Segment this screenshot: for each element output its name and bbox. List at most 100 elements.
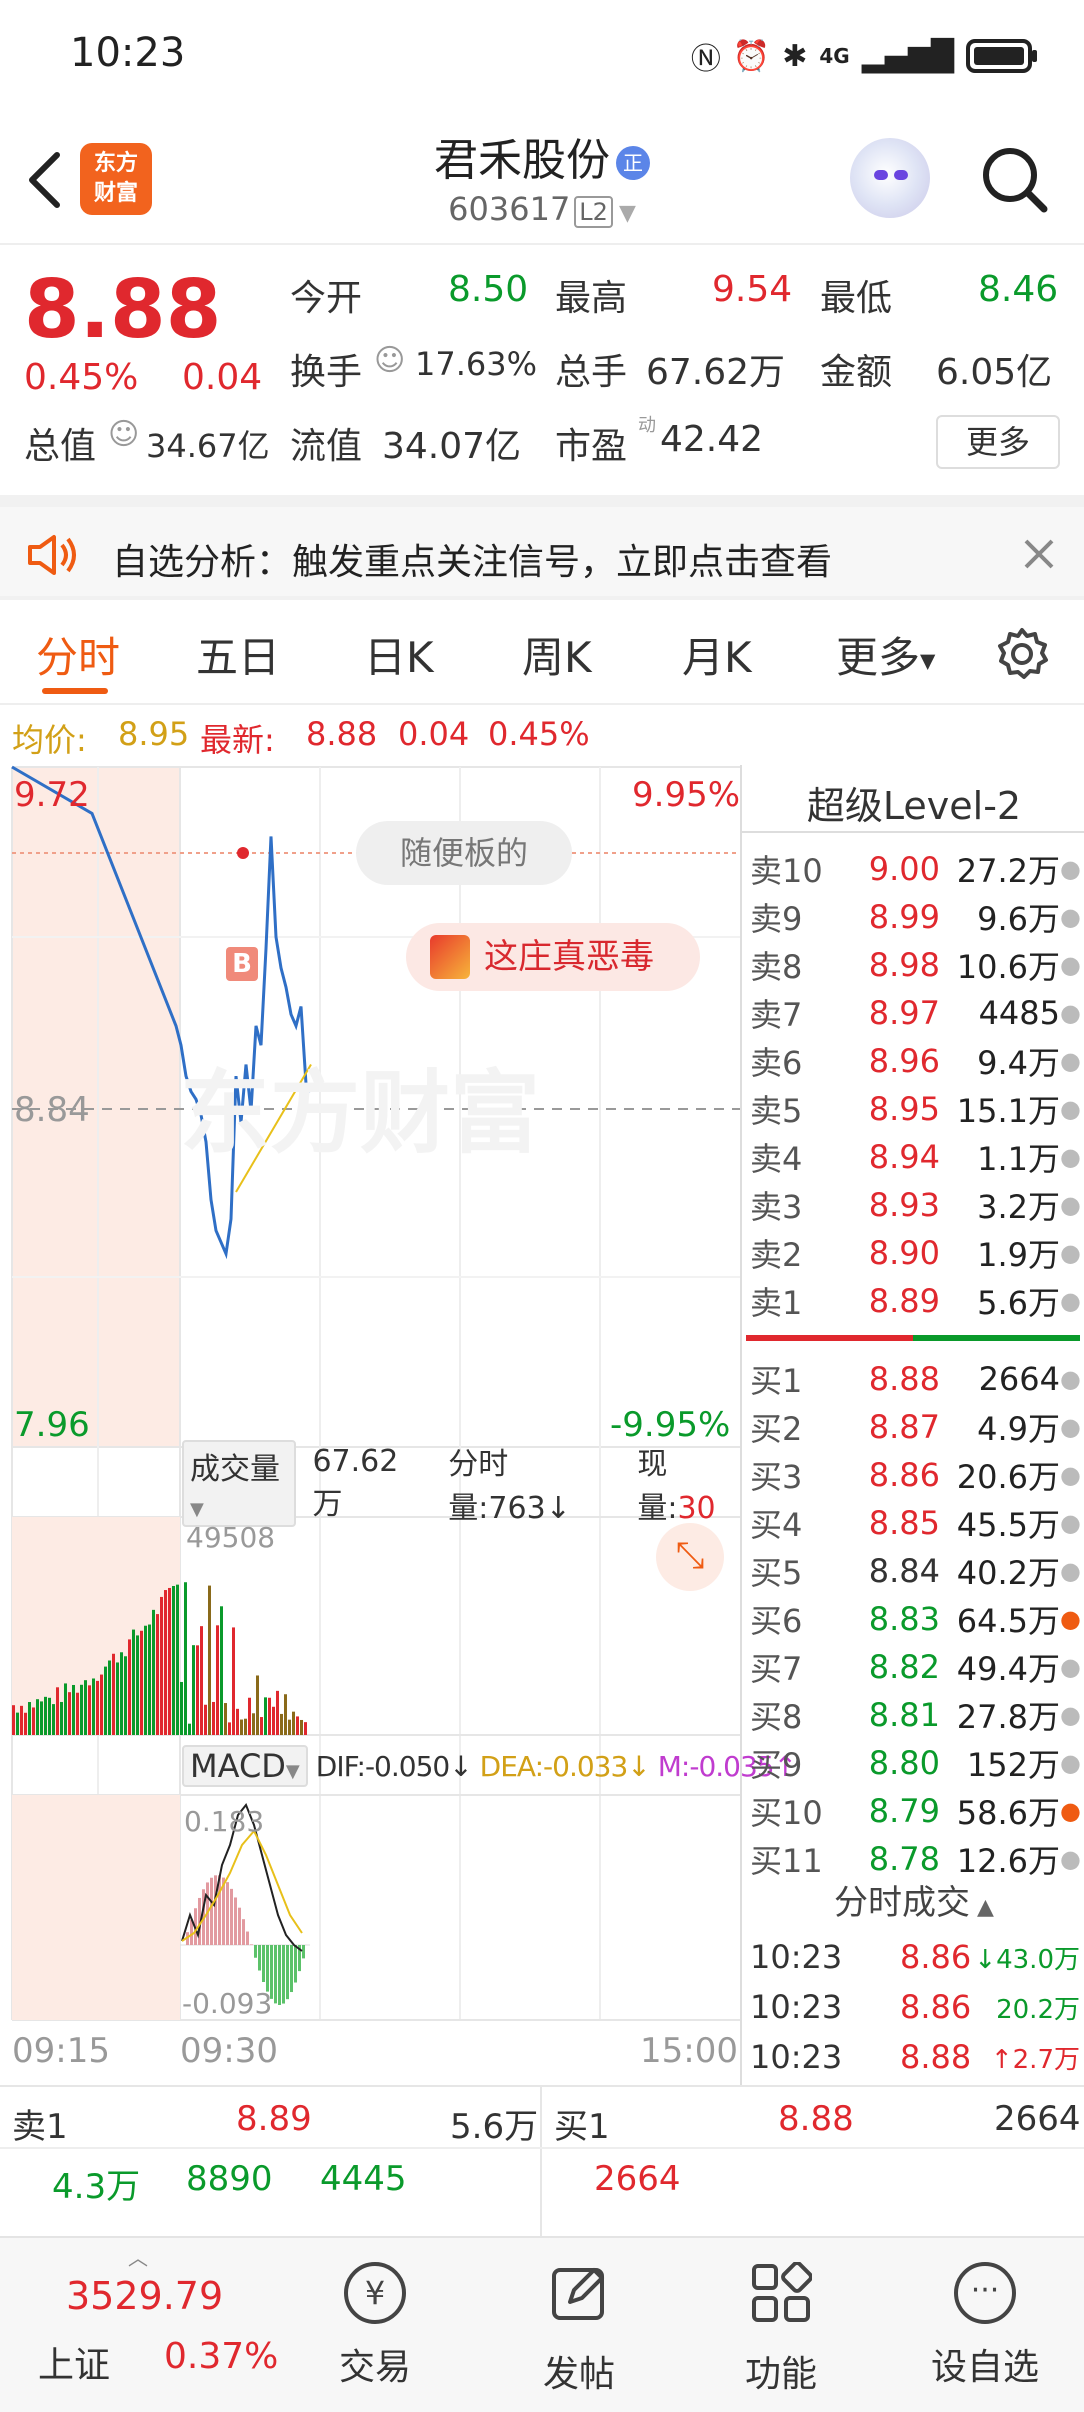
sell-row[interactable]: 卖5 8.95 15.1万 ●: [750, 1085, 1081, 1133]
row-volume: 4485: [978, 994, 1060, 1032]
nav-post[interactable]: 发帖: [504, 2238, 654, 2397]
sell-row[interactable]: 卖7 8.97 4485 ●: [750, 989, 1081, 1037]
volume-bar: [160, 1596, 163, 1735]
mcap-info-icon[interactable]: ☺: [108, 417, 139, 452]
row-label: 买6: [750, 1602, 803, 1640]
buy-row[interactable]: 买10 8.79 58.6万 ●: [750, 1787, 1081, 1835]
row-volume: 49.4万: [956, 1650, 1060, 1688]
comment-bubble-2[interactable]: 这庄真恶毒: [406, 923, 700, 991]
buy-row[interactable]: 买1 8.88 2664 ●: [750, 1355, 1081, 1403]
dot-icon: ●: [1060, 903, 1081, 931]
volume-bar: [120, 1652, 123, 1735]
index-widget[interactable]: ︿ 3529.79 上证 0.37%: [30, 2238, 290, 2412]
macd-bar: [258, 1945, 261, 1971]
volume-bar: [228, 1722, 231, 1735]
buy-row[interactable]: 买5 8.84 40.2万 ●: [750, 1547, 1081, 1595]
robot-assistant-icon[interactable]: [850, 138, 930, 218]
bq-sell-vol: 5.6万: [450, 2107, 539, 2147]
firecracker-icon: [430, 935, 470, 979]
volume-bar: [136, 1635, 139, 1735]
row-volume: 27.2万: [956, 852, 1060, 890]
intraday-chart-area[interactable]: 9.72 9.95% 8.84 7.96 -9.95% 东方财富 随便板的 这庄…: [0, 765, 797, 2085]
sell-row[interactable]: 卖10 9.00 27.2万 ●: [750, 845, 1081, 893]
volume-selector[interactable]: 成交量▼: [182, 1439, 297, 1527]
dropdown-triangle-icon: ▼: [920, 648, 936, 673]
buy-row[interactable]: 买8 8.81 27.8万 ●: [750, 1691, 1081, 1739]
search-icon[interactable]: [980, 145, 1050, 215]
buy-row[interactable]: 买7 8.82 49.4万 ●: [750, 1643, 1081, 1691]
volume-bar: [188, 1723, 191, 1735]
tab-daily-k[interactable]: 日K: [364, 624, 434, 685]
trade-row: 10:23 8.86 ↓43.0万: [750, 1933, 1080, 1981]
bq-buy-price: 8.88: [778, 2099, 854, 2139]
nav-function[interactable]: 功能: [706, 2238, 856, 2397]
close-icon[interactable]: [1022, 537, 1056, 571]
sell-row[interactable]: 卖3 8.93 3.2万 ●: [750, 1181, 1081, 1229]
row-price: 8.86: [868, 1456, 940, 1494]
buy-row[interactable]: 买4 8.85 45.5万 ●: [750, 1499, 1081, 1547]
row-price: 8.85: [868, 1504, 940, 1542]
volume-bar: [100, 1674, 103, 1735]
time-start-label: 09:15: [12, 2031, 110, 2071]
nav-add-watchlist[interactable]: ··· 设自选: [910, 2238, 1060, 2390]
macd-bar: [238, 1907, 241, 1945]
trade-price: 8.86: [900, 1988, 972, 2026]
sell-row[interactable]: 卖6 8.96 9.4万 ●: [750, 1037, 1081, 1085]
row-price: 9.00: [868, 850, 940, 888]
buy-marker[interactable]: B: [226, 947, 258, 981]
tab-five-day[interactable]: 五日: [196, 624, 280, 685]
sell-row[interactable]: 卖8 8.98 10.6万 ●: [750, 941, 1081, 989]
buy-row[interactable]: 买2 8.87 4.9万 ●: [750, 1403, 1081, 1451]
status-time: 10:23: [70, 30, 186, 76]
macd-bar: [210, 1877, 213, 1945]
volume-bar: [176, 1584, 179, 1735]
macd-bar: [230, 1888, 233, 1945]
buy-row[interactable]: 买6 8.83 64.5万 ●: [750, 1595, 1081, 1643]
nav-trade[interactable]: ¥ 交易: [300, 2238, 450, 2390]
tab-weekly-k[interactable]: 周K: [522, 624, 592, 685]
bottom-quote[interactable]: 卖1 8.89 5.6万 买1 8.88 2664 4.3万 8890 4445…: [0, 2085, 1084, 2237]
trade-time: 10:23: [750, 1938, 843, 1976]
macd-dif: DIF:-0.050↓: [315, 1749, 473, 1783]
bq-buy-vol: 2664: [994, 2099, 1081, 2139]
comment-bubble-1[interactable]: 随便板的: [356, 821, 572, 885]
trade-row: 10:23 8.88 ↑2.7万: [750, 2033, 1080, 2081]
sell-row[interactable]: 卖2 8.90 1.9万 ●: [750, 1229, 1081, 1277]
row-price: 8.82: [868, 1648, 940, 1686]
tab-more[interactable]: 更多▼: [836, 624, 935, 685]
expand-icon[interactable]: ⤡: [656, 1523, 724, 1591]
volume-bar: [180, 1681, 183, 1735]
volume-bar: [140, 1630, 143, 1735]
network-label: 4G: [819, 44, 850, 68]
volume-bar: [208, 1585, 211, 1735]
tab-monthly-k[interactable]: 月K: [682, 624, 752, 685]
volume-bar: [116, 1662, 119, 1735]
index-name: 上证: [38, 2345, 111, 2386]
notice-banner[interactable]: 自选分析：触发重点关注信号，立即点击查看: [0, 495, 1084, 600]
sell-row[interactable]: 卖9 8.99 9.6万 ●: [750, 893, 1081, 941]
sell-row[interactable]: 卖4 8.94 1.1万 ●: [750, 1133, 1081, 1181]
settings-gear-icon[interactable]: [994, 626, 1050, 682]
volume-bar: [288, 1719, 291, 1735]
macd-selector[interactable]: MACD▼: [182, 1745, 308, 1787]
turnover-info-icon[interactable]: ☺: [374, 343, 405, 378]
trades-header[interactable]: 分时成交 ▲: [742, 1875, 1084, 1924]
max-price-label: 9.72: [14, 775, 90, 815]
volume-bar: [244, 1718, 247, 1735]
stock-code: 603617: [448, 190, 571, 228]
volume-bar: [44, 1696, 47, 1735]
buy-row[interactable]: 买3 8.86 20.6万 ●: [750, 1451, 1081, 1499]
trade-row: 10:23 8.86 20.2万: [750, 1983, 1080, 2031]
volume-bar: [184, 1582, 187, 1735]
volume-bar: [56, 1687, 59, 1735]
index-pct: 0.37%: [164, 2336, 279, 2377]
volume-bar: [144, 1625, 147, 1735]
volume-bar: [60, 1701, 63, 1735]
index-value: 3529.79: [66, 2274, 224, 2318]
sell-row[interactable]: 卖1 8.89 5.6万 ●: [750, 1277, 1081, 1325]
macd-bar: [274, 1945, 277, 2004]
more-button[interactable]: 更多: [936, 415, 1060, 469]
tab-intraday[interactable]: 分时: [36, 624, 120, 685]
buy-row[interactable]: 买9 8.80 152万 ●: [750, 1739, 1081, 1787]
level2-title[interactable]: 超级Level-2: [742, 775, 1084, 830]
